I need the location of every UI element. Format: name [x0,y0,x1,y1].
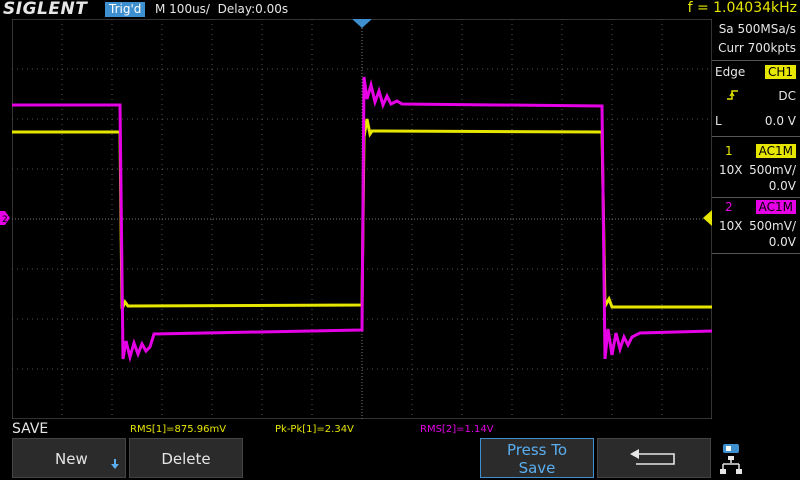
trigger-level-label: L [715,114,722,128]
brand-logo: SIGLENT [3,0,88,19]
divider [712,136,800,137]
press-to-save-label-line1: Press To [506,441,568,459]
measurement-rms-ch2: RMS[2]=1.14V [420,424,494,435]
svg-text:2: 2 [2,215,8,225]
back-button[interactable] [597,438,711,478]
press-to-save-label-line2: Save [518,459,556,477]
usb-network-icon [720,444,742,474]
divider [712,197,800,198]
channel-1-number: 1 [725,144,733,158]
new-button-label: New [55,450,88,468]
trigger-status-badge: Trig'd [105,2,146,17]
channel-1-probe: 10X [719,163,743,177]
press-to-save-button[interactable]: Press To Save [480,438,594,478]
rising-edge-icon [727,90,738,100]
channel-2-probe: 10X [719,219,743,233]
trigger-type-label: Edge [715,65,746,79]
channel-2-offset: 0.0V [768,235,796,249]
trigger-level-marker[interactable] [703,210,712,226]
memory-depth-readout: Curr 700kpts [718,41,796,55]
channel-1-coupling-badge[interactable]: AC1M [755,144,796,158]
info-side-panel: Sa 500MSa/s Curr 700kpts Edge CH1 DC L 0… [712,19,800,419]
divider [712,253,800,254]
measurement-pkpk-ch1: Pk-Pk[1]=2.34V [275,424,354,435]
channel-2-coupling-badge[interactable]: AC1M [755,200,796,214]
channel-2-position-marker[interactable]: 2 [0,211,10,225]
channel-2-number: 2 [725,200,733,214]
delete-button[interactable]: Delete [129,438,243,478]
measurement-rms-ch1: RMS[1]=875.96mV [130,424,227,435]
divider [712,60,800,61]
trigger-level-readout: 0.0 V [764,114,796,128]
sample-rate-readout: Sa 500MSa/s [718,22,796,36]
frequency-readout: f = 1.04034kHz [687,0,797,16]
delete-button-label: Delete [161,450,211,468]
menu-title: SAVE [12,421,49,437]
channel-2-scale: 500mV/ [749,219,796,233]
return-arrow-icon [630,449,675,465]
channel-1-scale: 500mV/ [749,163,796,177]
chevron-down-icon [111,459,119,469]
top-bar: SIGLENT Trig'd M 100us/ Delay:0.00s f = … [0,0,800,19]
waveform-display[interactable] [12,19,712,419]
new-button[interactable]: New [12,438,126,478]
channel-1-offset: 0.0V [768,179,796,193]
trigger-coupling-readout: DC [778,89,796,103]
trigger-source-badge[interactable]: CH1 [764,65,796,79]
timebase-readout: M 100us/ Delay:0.00s [155,2,289,16]
